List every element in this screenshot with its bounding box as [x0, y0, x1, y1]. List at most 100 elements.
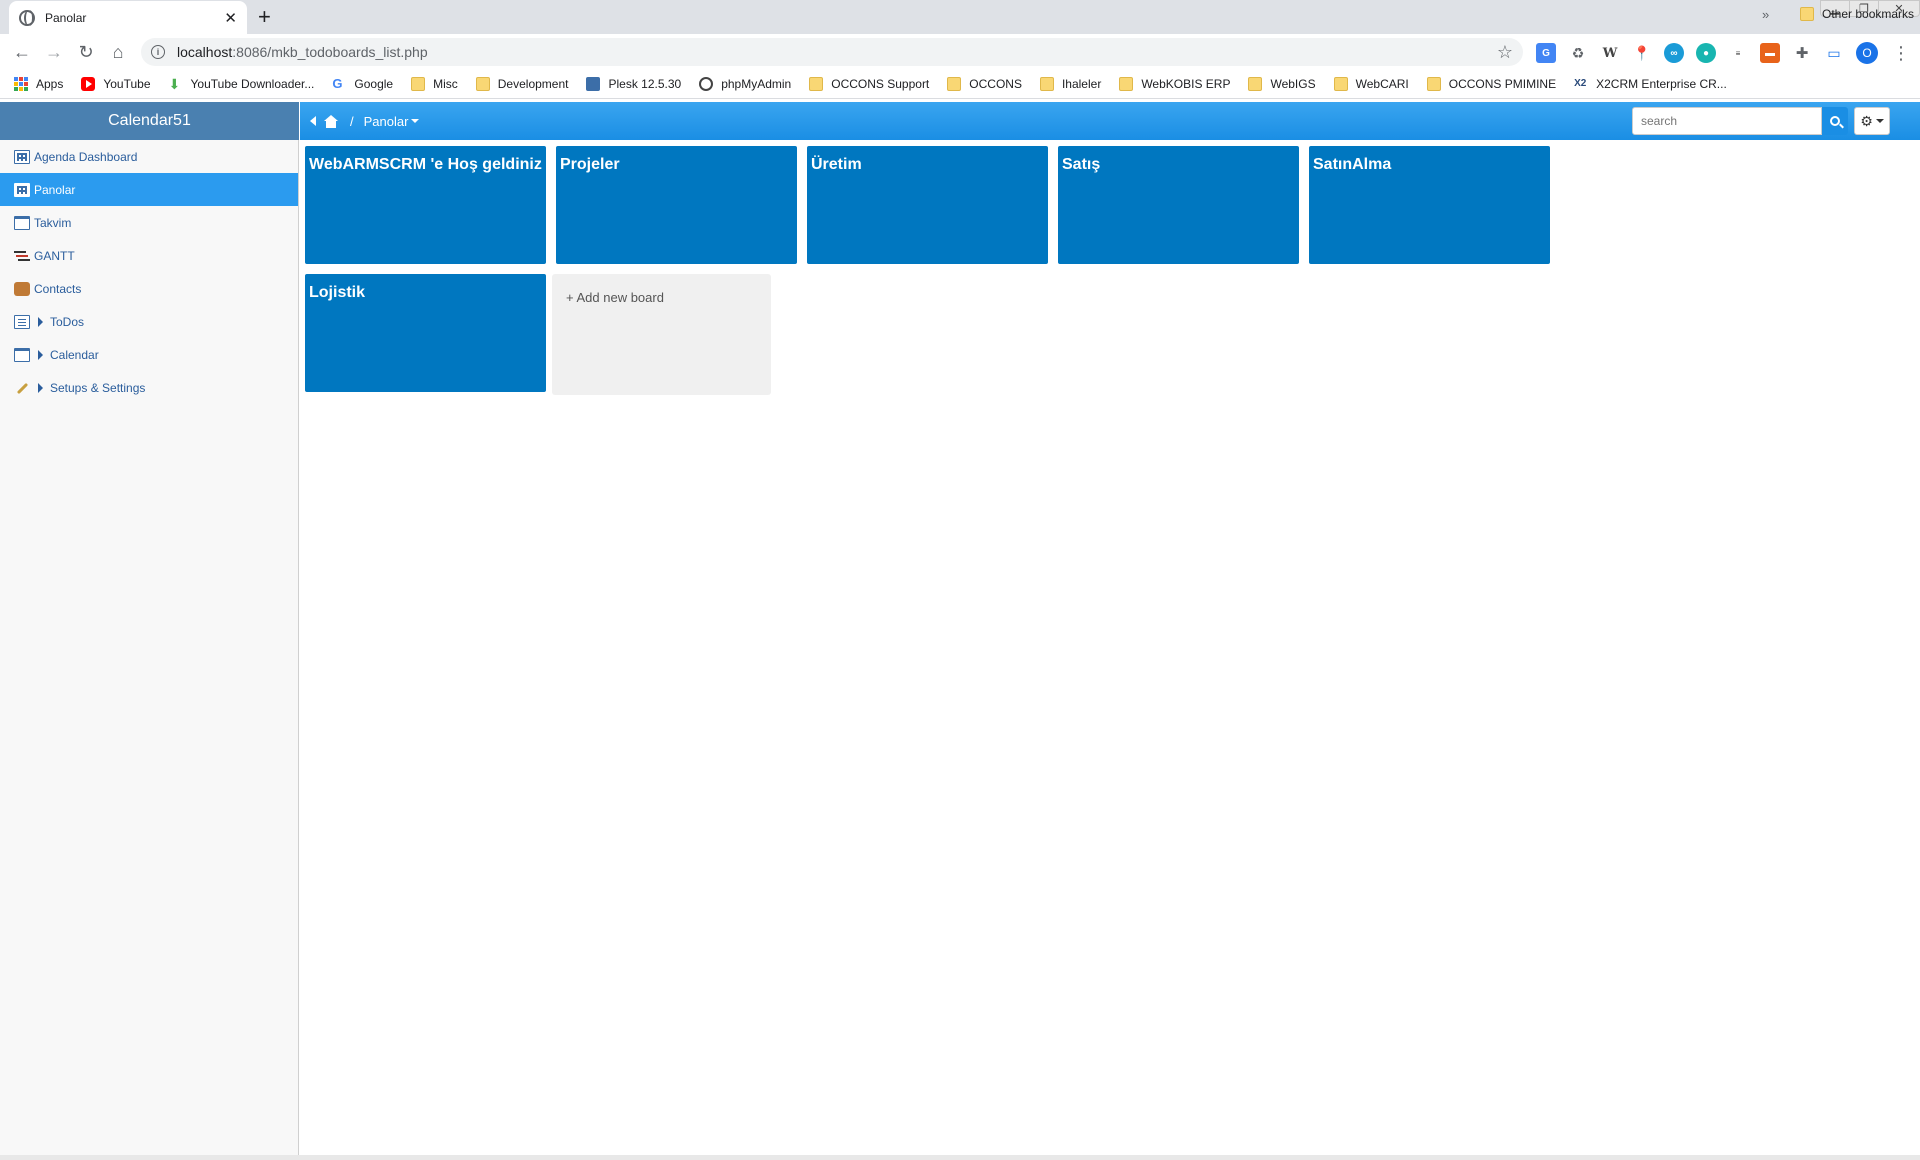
- breadcrumb-current[interactable]: Panolar: [364, 114, 409, 129]
- folder-icon: [1119, 77, 1134, 91]
- folder-icon: [411, 77, 426, 91]
- bookmark-webigs[interactable]: WebIGS: [1248, 77, 1316, 91]
- board-tile[interactable]: Satış: [1058, 146, 1299, 264]
- board-tile[interactable]: Lojistik: [305, 274, 546, 392]
- sidebar-item-gantt[interactable]: GANTT: [0, 239, 298, 272]
- settings-dropdown-button[interactable]: ⚙: [1854, 107, 1890, 135]
- apps-grid-icon: [14, 77, 28, 91]
- breadcrumb-separator: /: [350, 113, 354, 129]
- boards-icon: [14, 182, 30, 197]
- google-icon: G: [332, 76, 343, 91]
- sidebar-item-setups-settings[interactable]: Setups & Settings: [0, 371, 298, 404]
- app-title: Calendar51: [0, 102, 299, 140]
- chevron-down-icon[interactable]: [411, 119, 420, 123]
- board-title: Satış: [1062, 156, 1101, 173]
- sidebar-item-calendar[interactable]: Calendar: [0, 338, 298, 371]
- bookmark-development[interactable]: Development: [475, 77, 568, 91]
- bookmark-occons-support[interactable]: OCCONS Support: [809, 77, 929, 91]
- bookmark-webkobis-erp[interactable]: WebKOBIS ERP: [1119, 77, 1230, 91]
- globe-icon: [19, 9, 35, 26]
- folder-icon: [1333, 77, 1348, 91]
- sidebar-item-agenda-dashboard[interactable]: Agenda Dashboard: [0, 140, 298, 173]
- bookmark-occons-pmimine[interactable]: OCCONS PMIMINE: [1426, 77, 1556, 91]
- bookmark-occons[interactable]: OCCONS: [947, 77, 1022, 91]
- home-icon[interactable]: [324, 114, 338, 128]
- folder-icon: [1039, 77, 1054, 91]
- sidebar: Agenda Dashboard Panolar Takvim GANTT Co…: [0, 140, 299, 1155]
- reload-icon[interactable]: ↻: [70, 36, 102, 68]
- robot-extension-icon[interactable]: ●: [1696, 43, 1716, 63]
- bookmarks-overflow-button[interactable]: »: [1762, 7, 1769, 22]
- globe-icon: [699, 77, 714, 91]
- gear-icon: ⚙: [1860, 112, 1873, 129]
- wrench-icon: [14, 381, 30, 395]
- profile-avatar[interactable]: O: [1856, 42, 1878, 64]
- bookmark-star-icon[interactable]: ☆: [1497, 42, 1513, 63]
- board-tile[interactable]: Üretim: [807, 146, 1048, 264]
- new-tab-button[interactable]: +: [258, 4, 271, 30]
- board-title: WebARMSCRM 'e Hoş geldiniz: [309, 156, 542, 173]
- bookmark-ihaleler[interactable]: Ihaleler: [1039, 77, 1101, 91]
- sidebar-item-panolar[interactable]: Panolar: [0, 173, 298, 206]
- todos-icon: [14, 314, 30, 329]
- folder-icon: [1248, 77, 1263, 91]
- sidebar-item-todos[interactable]: ToDos: [0, 305, 298, 338]
- more-menu-icon[interactable]: ⋮: [1892, 43, 1910, 64]
- other-bookmarks[interactable]: Other bookmarks: [1800, 7, 1914, 21]
- search-icon: [1830, 116, 1840, 126]
- bookmark-youtube-downloader[interactable]: ⬇ YouTube Downloader...: [169, 77, 315, 91]
- close-tab-icon[interactable]: ✕: [224, 9, 237, 27]
- download-icon: ⬇: [168, 76, 181, 92]
- bookmark-apps[interactable]: Apps: [14, 77, 63, 91]
- tools-extension-icon[interactable]: ▬: [1760, 43, 1780, 63]
- infinity-extension-icon[interactable]: ∞: [1664, 43, 1684, 63]
- cast-icon[interactable]: ▭: [1824, 43, 1844, 63]
- sidebar-item-contacts[interactable]: Contacts: [0, 272, 298, 305]
- x2crm-icon: X2: [1574, 78, 1587, 89]
- sidebar-item-takvim[interactable]: Takvim: [0, 206, 298, 239]
- breadcrumb: / Panolar: [308, 113, 420, 129]
- recycle-extension-icon[interactable]: ♻: [1568, 43, 1588, 63]
- dashboard-icon: [14, 149, 30, 164]
- bookmark-plesk[interactable]: Plesk 12.5.30: [586, 77, 681, 91]
- collapse-sidebar-icon[interactable]: [310, 116, 316, 126]
- bookmark-misc[interactable]: Misc: [411, 77, 458, 91]
- wikipedia-extension-icon[interactable]: W: [1600, 43, 1620, 63]
- calendar-icon: [14, 347, 30, 362]
- forward-arrow-icon[interactable]: →: [38, 36, 70, 68]
- gantt-icon: [14, 249, 30, 263]
- browser-toolbar: ← → ↻ ⌂ i localhost:8086/mkb_todoboards_…: [0, 34, 1920, 70]
- bookmark-x2crm[interactable]: X2 X2CRM Enterprise CR...: [1574, 77, 1727, 91]
- bookmark-youtube[interactable]: YouTube: [81, 77, 151, 91]
- back-arrow-icon[interactable]: ←: [6, 36, 38, 68]
- folder-icon: [475, 77, 490, 91]
- puzzle-extension-icon[interactable]: ✚: [1792, 43, 1812, 63]
- board-title: Üretim: [811, 156, 862, 173]
- bookmark-webcari[interactable]: WebCARI: [1333, 77, 1409, 91]
- expand-arrow-icon[interactable]: [38, 316, 43, 327]
- board-tile[interactable]: SatınAlma: [1309, 146, 1550, 264]
- add-new-board-button[interactable]: + Add new board: [552, 274, 771, 395]
- chevron-down-icon: [1875, 119, 1884, 123]
- url-text[interactable]: localhost:8086/mkb_todoboards_list.php: [177, 44, 1497, 60]
- board-title: SatınAlma: [1313, 156, 1392, 173]
- pin-extension-icon[interactable]: 📍: [1632, 43, 1652, 63]
- board-tile[interactable]: Projeler: [556, 146, 797, 264]
- search-button[interactable]: [1822, 107, 1848, 135]
- board-tile[interactable]: WebARMSCRM 'e Hoş geldiniz: [305, 146, 546, 264]
- html-extension-icon[interactable]: ≡: [1728, 43, 1748, 63]
- expand-arrow-icon[interactable]: [38, 382, 43, 393]
- folder-icon: [809, 77, 824, 91]
- site-info-icon[interactable]: i: [151, 45, 165, 59]
- plesk-icon: [586, 77, 601, 91]
- browser-tab[interactable]: Panolar ✕: [9, 1, 247, 34]
- search-input[interactable]: [1632, 107, 1822, 135]
- bookmark-phpmyadmin[interactable]: phpMyAdmin: [699, 77, 791, 91]
- address-bar[interactable]: i localhost:8086/mkb_todoboards_list.php…: [141, 38, 1523, 66]
- bookmark-google[interactable]: G Google: [332, 76, 393, 92]
- home-icon[interactable]: ⌂: [102, 36, 134, 68]
- bookmarks-bar: Apps YouTube ⬇ YouTube Downloader... G G…: [0, 70, 1920, 99]
- expand-arrow-icon[interactable]: [38, 349, 43, 360]
- browser-tab-strip: Panolar ✕ + ▁ ❐ ✕: [0, 0, 1920, 34]
- translate-extension-icon[interactable]: G: [1536, 43, 1556, 63]
